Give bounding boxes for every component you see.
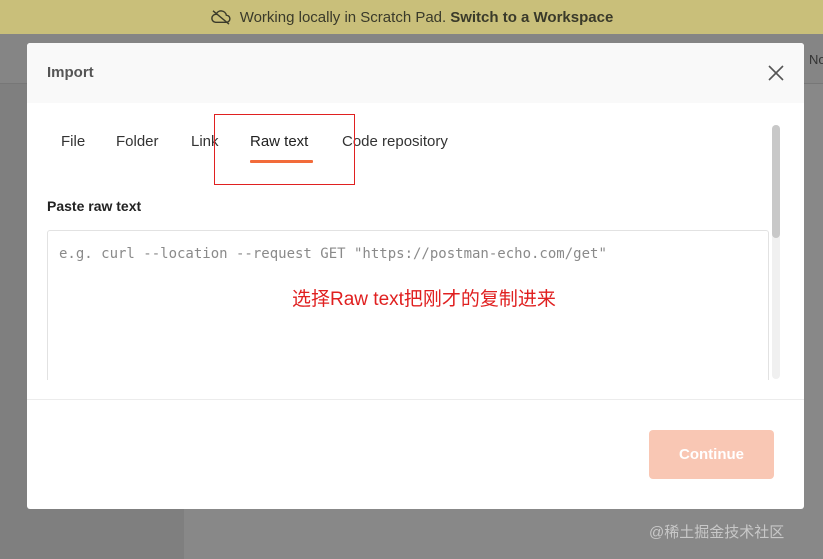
modal-header: Import: [27, 43, 804, 103]
annotation-text: 选择Raw text把刚才的复制进来: [292, 289, 556, 310]
modal-title: Import: [47, 64, 94, 81]
tab-raw-text[interactable]: Raw text: [250, 133, 308, 150]
tab-link[interactable]: Link: [191, 133, 219, 150]
scratchpad-banner: Working locally in Scratch Pad. Switch t…: [0, 0, 823, 34]
tab-folder[interactable]: Folder: [116, 133, 159, 150]
modal-scrollbar[interactable]: [772, 125, 780, 379]
background-peek-text: No: [809, 52, 823, 67]
scrollbar-thumb[interactable]: [772, 125, 780, 238]
cloud-offline-icon: [210, 10, 231, 25]
close-icon[interactable]: [764, 61, 788, 85]
import-modal: Import File Folder Link Raw text Code re…: [27, 43, 804, 509]
watermark: @稀土掘金技术社区: [649, 524, 785, 541]
active-tab-indicator: [250, 160, 313, 163]
tab-code-repository[interactable]: Code repository: [342, 133, 448, 150]
switch-workspace-link[interactable]: Switch to a Workspace: [450, 9, 613, 26]
paste-raw-text-label: Paste raw text: [47, 198, 142, 214]
tab-file[interactable]: File: [61, 133, 85, 150]
banner-text: Working locally in Scratch Pad.: [239, 8, 447, 26]
footer-divider: [27, 399, 804, 400]
continue-button[interactable]: Continue: [649, 430, 774, 479]
